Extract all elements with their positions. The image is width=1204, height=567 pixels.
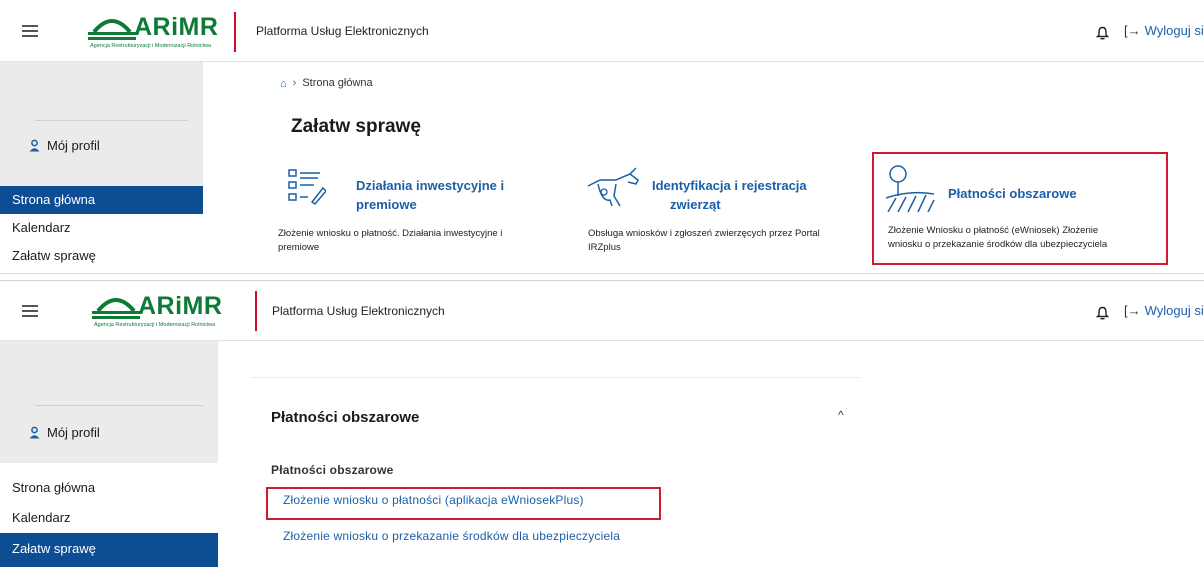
card-title: Identyfikacja i rejestracja zwierząt bbox=[652, 176, 852, 214]
logout-button[interactable]: [→Wyloguj się bbox=[1124, 23, 1204, 38]
top-screenshot-panel: ARiMR Agencja Restrukturyzacji i Moderni… bbox=[0, 0, 1204, 274]
card-title-line: Działania inwestycyjne i bbox=[356, 178, 505, 193]
card-title-line: zwierząt bbox=[670, 197, 721, 212]
bell-icon[interactable] bbox=[1096, 26, 1109, 40]
my-profile-label: Mój profil bbox=[47, 138, 100, 153]
highlight-box-payment-link bbox=[266, 487, 661, 520]
card-desc-line: Obsługa wniosków i zgłoszeń zwierzęcych … bbox=[588, 228, 820, 239]
card-description: Obsługa wniosków i zgłoszeń zwierzęcych … bbox=[588, 227, 856, 255]
sidebar-item-calendar[interactable]: Kalendarz bbox=[0, 503, 218, 533]
card-description: Złożenie wniosku o płatność. Działania i… bbox=[278, 227, 558, 255]
sidebar-item-label: Kalendarz bbox=[12, 220, 71, 235]
chevron-up-icon[interactable]: ^ bbox=[838, 408, 844, 422]
link-transfer-funds-insurer[interactable]: Złożenie wniosku o przekazanie środków d… bbox=[283, 529, 620, 543]
bell-icon[interactable] bbox=[1096, 306, 1109, 320]
my-profile-label: Mój profil bbox=[47, 425, 100, 440]
sidebar-item-label: Załatw sprawę bbox=[12, 541, 96, 556]
card-desc-line: Złożenie wniosku o płatność. Działania i… bbox=[278, 228, 503, 239]
my-profile-link[interactable]: Mój profil bbox=[28, 138, 100, 153]
platform-name: Platforma Usług Elektronicznych bbox=[272, 304, 445, 318]
hamburger-menu-icon[interactable] bbox=[22, 305, 38, 317]
hamburger-menu-icon[interactable] bbox=[22, 25, 38, 37]
sidebar-item-home[interactable]: Strona główna bbox=[0, 186, 203, 214]
card-desc-line: IRZplus bbox=[588, 242, 621, 253]
logout-icon: [→ bbox=[1124, 23, 1141, 38]
card-animal-identification[interactable]: Identyfikacja i rejestracja zwierząt Obs… bbox=[586, 160, 856, 260]
logo-wordmark: ARiMR bbox=[138, 292, 223, 320]
card-investment-actions[interactable]: Działania inwestycyjne i premiowe Złożen… bbox=[278, 160, 558, 260]
header-divider bbox=[255, 291, 257, 331]
breadcrumb: ⌂ › Strona główna bbox=[280, 77, 373, 90]
arimr-logo[interactable]: ARiMR Agencja Restrukturyzacji i Moderni… bbox=[88, 12, 224, 50]
sidebar-item-home[interactable]: Strona główna bbox=[0, 473, 218, 503]
logo-wordmark: ARiMR bbox=[134, 13, 219, 41]
logout-button[interactable]: [→Wyloguj się bbox=[1124, 303, 1204, 318]
chevron-right-icon: › bbox=[292, 77, 297, 89]
logo-mark-icon bbox=[92, 298, 140, 319]
sidebar-item-label: Załatw sprawę bbox=[12, 248, 96, 263]
sidebar-item-label: Kalendarz bbox=[12, 510, 71, 525]
accordion-title[interactable]: Płatności obszarowe bbox=[271, 409, 419, 426]
breadcrumb-current: Strona główna bbox=[302, 77, 373, 89]
header-divider bbox=[234, 12, 236, 52]
app-header: ARiMR Agencja Restrukturyzacji i Moderni… bbox=[0, 281, 1204, 341]
checklist-icon bbox=[288, 169, 326, 205]
logout-label: Wyloguj się bbox=[1144, 303, 1204, 318]
card-title-line: premiowe bbox=[356, 197, 417, 212]
card-desc-line: premiowe bbox=[278, 242, 320, 253]
my-profile-link[interactable]: Mój profil bbox=[28, 425, 100, 440]
card-title-line: Identyfikacja i rejestracja bbox=[652, 178, 807, 193]
cow-icon bbox=[587, 167, 639, 207]
sidebar-nav: Strona główna Kalendarz Załatw sprawę bbox=[0, 186, 203, 273]
sidebar-item-handle-matter[interactable]: Załatw sprawę bbox=[0, 242, 203, 270]
sidebar-item-handle-matter[interactable]: Załatw sprawę bbox=[0, 533, 218, 567]
sidebar-item-calendar[interactable]: Kalendarz bbox=[0, 214, 203, 242]
sidebar: Mój profil Strona główna Kalendarz Załat… bbox=[0, 62, 203, 273]
arimr-logo[interactable]: ARiMR Agencja Restrukturyzacji i Moderni… bbox=[92, 291, 228, 329]
user-icon bbox=[29, 139, 40, 152]
home-icon[interactable]: ⌂ bbox=[280, 78, 287, 90]
platform-name: Platforma Usług Elektronicznych bbox=[256, 24, 429, 38]
sidebar-separator bbox=[35, 120, 188, 121]
accordion-top-border bbox=[250, 377, 860, 378]
card-title: Działania inwestycyjne i premiowe bbox=[356, 176, 556, 214]
logout-label: Wyloguj się bbox=[1144, 23, 1204, 38]
logo-mark-icon bbox=[88, 19, 136, 40]
app-header: ARiMR Agencja Restrukturyzacji i Moderni… bbox=[0, 0, 1204, 62]
highlight-box-area-payments bbox=[872, 152, 1168, 265]
logo-tagline: Agencja Restrukturyzacji i Modernizacji … bbox=[90, 43, 212, 49]
sidebar-separator bbox=[35, 405, 203, 406]
bottom-screenshot-panel: ARiMR Agencja Restrukturyzacji i Moderni… bbox=[0, 280, 1204, 567]
sidebar-item-label: Strona główna bbox=[12, 192, 96, 207]
sidebar-item-label: Strona główna bbox=[12, 480, 96, 495]
sidebar: Mój profil Strona główna Kalendarz Załat… bbox=[0, 341, 218, 567]
section-heading: Płatności obszarowe bbox=[271, 463, 394, 477]
page-title: Załatw sprawę bbox=[291, 116, 421, 137]
logo-tagline: Agencja Restrukturyzacji i Modernizacji … bbox=[94, 322, 216, 328]
user-icon bbox=[29, 426, 40, 439]
sidebar-nav: Strona główna Kalendarz Załatw sprawę bbox=[0, 463, 218, 567]
logout-icon: [→ bbox=[1124, 303, 1141, 318]
